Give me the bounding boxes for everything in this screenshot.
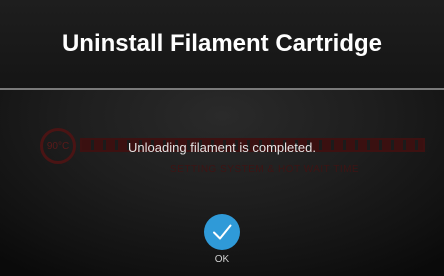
header-bar: Uninstall Filament Cartridge	[0, 0, 444, 88]
status-message: Unloading filament is completed.	[128, 140, 316, 155]
uninstall-cartridge-screen: Uninstall Filament Cartridge 90°C SETTIN…	[0, 0, 444, 276]
ok-circle[interactable]	[204, 214, 240, 250]
page-title: Uninstall Filament Cartridge	[61, 30, 383, 57]
ok-button[interactable]: OK	[203, 214, 241, 276]
faded-status-caption: SETTING SYSTEM & HOT WAIT TIME	[170, 164, 360, 175]
checkmark-icon	[213, 224, 232, 240]
ok-label: OK	[214, 254, 230, 265]
